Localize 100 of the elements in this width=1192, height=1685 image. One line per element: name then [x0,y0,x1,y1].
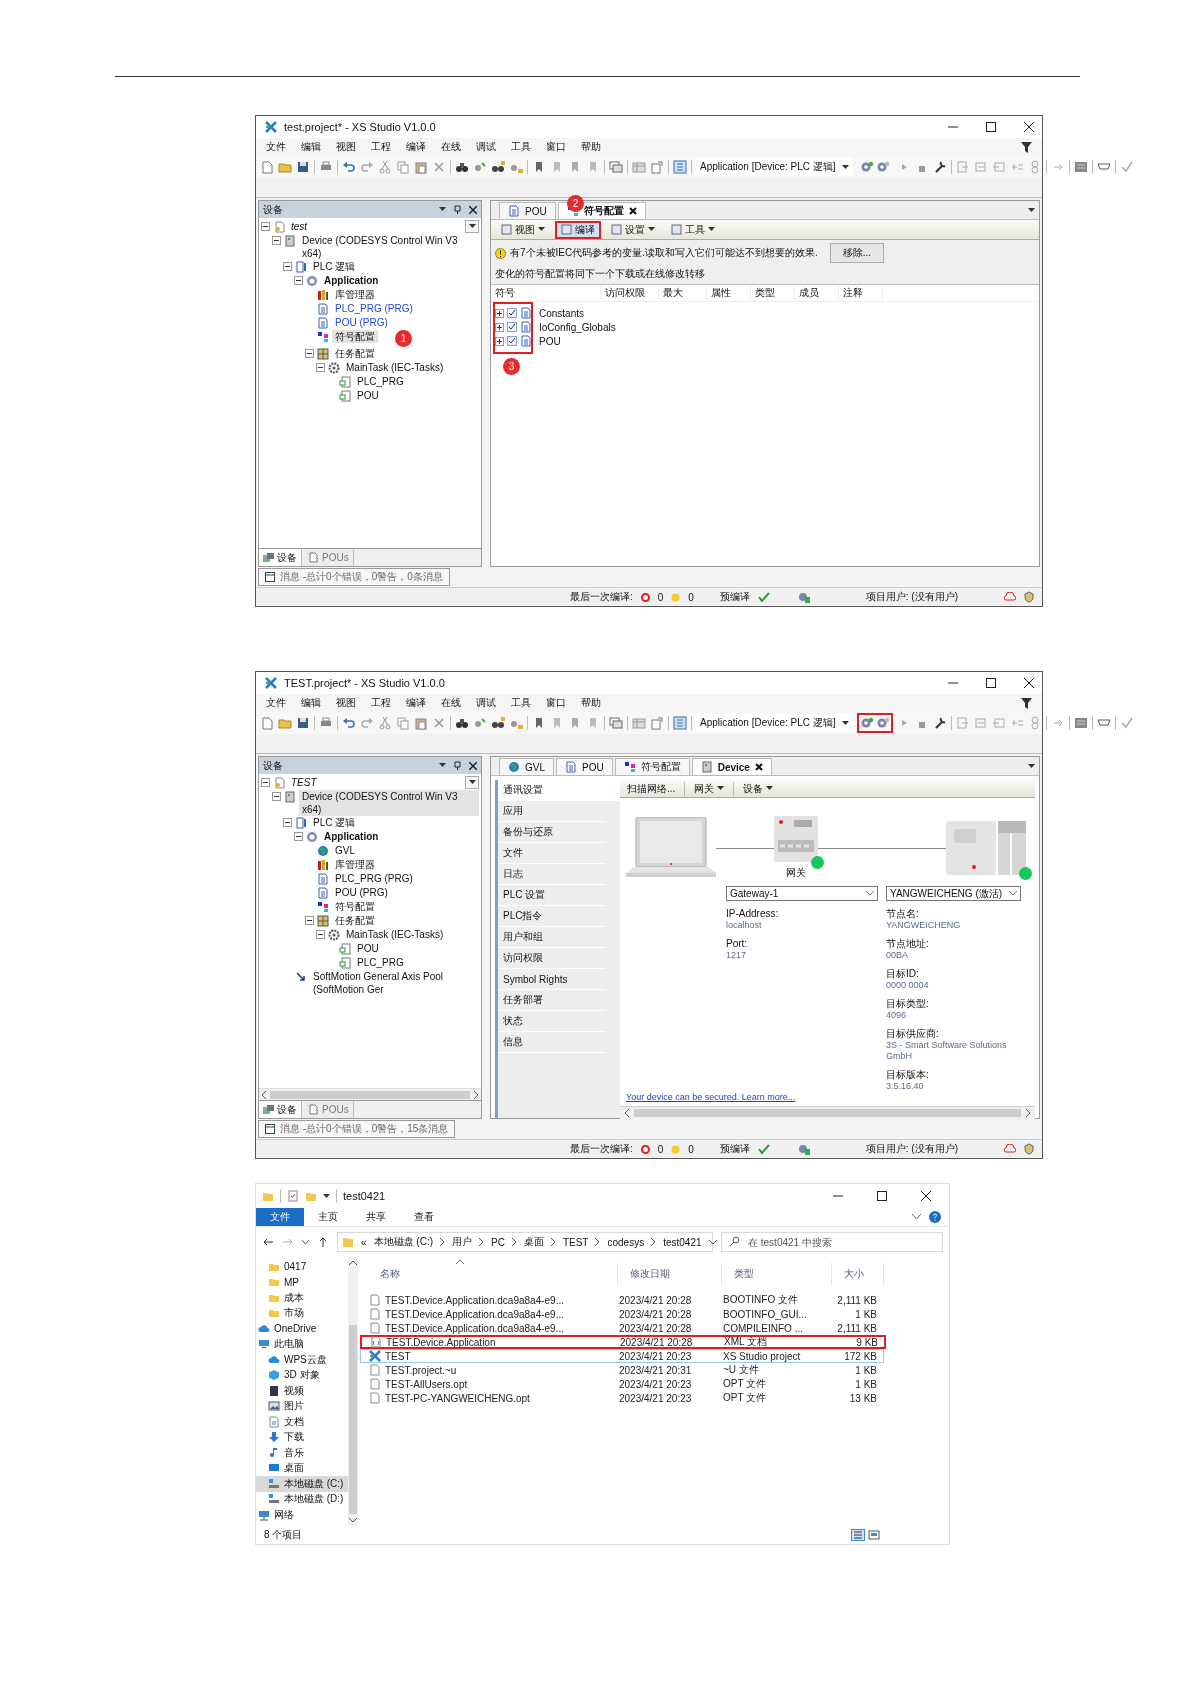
close-icon[interactable] [1024,122,1034,132]
ribbon-tab[interactable]: 文件 [256,1208,304,1226]
toolbar-button[interactable]: 设备 [740,781,777,796]
nav-item[interactable]: 3D 对象 [256,1367,348,1383]
panel-tab[interactable]: 设备 [259,1101,302,1118]
pin-icon[interactable] [454,761,461,770]
column-header[interactable]: 属性 [707,286,751,300]
settings-tab[interactable]: 应用 [498,801,606,822]
chevron-down-icon[interactable] [302,1239,309,1245]
export-icon[interactable] [650,716,664,730]
ribbon-tab[interactable]: 查看 [400,1208,448,1226]
collapse-icon[interactable] [316,930,325,939]
maximize-icon[interactable] [877,1191,887,1201]
nav-item[interactable]: 文档 [256,1414,348,1430]
table-icon[interactable] [632,716,646,730]
toolbar-button[interactable]: 工具 [665,220,721,239]
panel-tab[interactable]: POUs [304,1101,354,1118]
monitor-icon[interactable] [1073,716,1088,730]
export-icon[interactable] [650,160,664,174]
tree-item[interactable]: Application [321,274,382,287]
maximize-icon[interactable] [986,122,996,132]
save-icon[interactable] [296,160,310,174]
nav-item[interactable]: 图片 [256,1398,348,1414]
horizontal-scrollbar[interactable] [259,1088,481,1100]
settings-tab[interactable]: 信息 [498,1032,606,1053]
column-header[interactable]: 修改日期 [618,1263,722,1285]
settings-tab[interactable]: 日志 [498,864,606,885]
column-header[interactable]: 符号 [491,286,601,300]
collapse-icon[interactable] [294,276,303,285]
step-into-icon[interactable] [955,716,970,730]
menu-item[interactable]: 视图 [336,140,356,154]
menu-item[interactable]: 文件 [266,140,286,154]
help-icon[interactable] [929,1211,941,1223]
copy-icon[interactable] [396,160,410,174]
tree-item[interactable]: PLC_PRG (PRG) [332,872,416,885]
application-selector[interactable]: Application [Device: PLC 逻辑] [696,714,853,732]
tree-item[interactable]: POU [354,389,382,402]
tree-item[interactable]: PLC_PRG [354,956,407,969]
paste-icon[interactable] [414,716,428,730]
grid-icon[interactable] [673,160,687,174]
tree-item[interactable]: MainTask (IEC-Tasks) [343,928,447,941]
messages-tab[interactable]: 消息 -总计0个错误，0警告，15条消息 [258,1120,456,1138]
menu-item[interactable]: 在线 [441,140,461,154]
up-arrow-icon[interactable] [317,1236,329,1248]
menu-item[interactable]: 工具 [511,140,531,154]
expand-icon[interactable] [495,336,504,346]
tree-item[interactable]: 库管理器 [332,858,378,871]
menu-item[interactable]: 编辑 [301,140,321,154]
toolbar-button[interactable]: 扫描网络... [624,781,679,796]
tree-item[interactable]: 任务配置 [332,914,378,927]
gateway-dropdown[interactable]: Gateway-1 [726,886,878,901]
tree-item[interactable]: SoftMotion General Axis Pool (SoftMotion Ger [310,970,479,996]
filter-icon[interactable] [1021,141,1032,153]
tree-item[interactable]: 任务配置 [332,347,378,360]
menu-item[interactable]: 帮助 [581,140,601,154]
nav-item[interactable]: 市场 [256,1305,348,1321]
expand-icon[interactable] [495,322,504,332]
collapse-icon[interactable] [272,792,281,801]
build-icon[interactable] [875,716,890,730]
ribbon-tab[interactable]: 主页 [304,1208,352,1226]
redo-icon[interactable] [360,160,374,174]
nav-item[interactable]: 视频 [256,1383,348,1399]
delete-icon[interactable] [432,160,446,174]
search-field[interactable]: 在 test0421 中搜索 [721,1232,943,1252]
build-icon[interactable] [859,160,874,174]
file-row[interactable]: TEST-PC-YANGWEICHENG.opt 2023/4/21 20:23 OPT 文件 13 KB [360,1391,884,1405]
collapse-icon[interactable] [294,832,303,841]
file-row[interactable]: TEST.Device.Application 2023/4/21 20:28 XML 文档 9 KB [360,1335,886,1349]
tree-item[interactable]: PLC 逻辑 [310,260,359,273]
tree-item[interactable]: 符号配置 [332,330,378,343]
vertical-scrollbar[interactable] [348,1257,358,1526]
menu-item[interactable]: 视图 [336,696,356,710]
step-out-icon[interactable] [991,160,1006,174]
tree-item[interactable]: PLC_PRG [354,375,407,388]
file-row[interactable]: TEST.Device.Application.dca9a8a4-e9... 2023/4/21 20:28 BOOTINFO_GUI... 1 KB [360,1307,884,1321]
nav-item[interactable]: OneDrive [256,1321,348,1337]
redo-icon[interactable] [360,716,374,730]
checkbox[interactable] [507,322,517,332]
nav-item[interactable]: 下载 [256,1429,348,1445]
messages-tab[interactable]: 消息 -总计0个错误，0警告，0条消息 [258,568,450,586]
menu-item[interactable]: 编译 [406,696,426,710]
save-icon[interactable] [296,716,310,730]
menu-item[interactable]: 帮助 [581,696,601,710]
tree-item[interactable]: MainTask (IEC-Tasks) [343,361,447,374]
menu-item[interactable]: 窗口 [546,140,566,154]
nav-item[interactable]: 本地磁盘 (D:) [256,1491,348,1507]
menu-item[interactable]: 编译 [406,140,426,154]
checkbox[interactable] [507,336,517,346]
collapse-icon[interactable] [305,916,314,925]
breadcrumb[interactable]: test0421 [663,1236,702,1248]
settings-tab[interactable]: 通讯设置 [498,780,620,801]
column-header[interactable]: 最大 [659,286,707,300]
file-row[interactable]: TEST.Device.Application.dca9a8a4-e9... 2023/4/21 20:28 COMPILEINFO ... 2,111 KB [360,1321,884,1335]
column-header[interactable]: 注释 [839,286,883,300]
tree-item[interactable]: Device (CODESYS Control Win V3 x64) [299,234,479,260]
expand-icon[interactable] [495,308,504,318]
forward-arrow-icon[interactable] [282,1236,294,1248]
tree-dropdown-button[interactable] [465,776,479,789]
close-icon[interactable] [469,761,477,770]
application-selector[interactable]: Application [Device: PLC 逻辑] [696,158,853,176]
